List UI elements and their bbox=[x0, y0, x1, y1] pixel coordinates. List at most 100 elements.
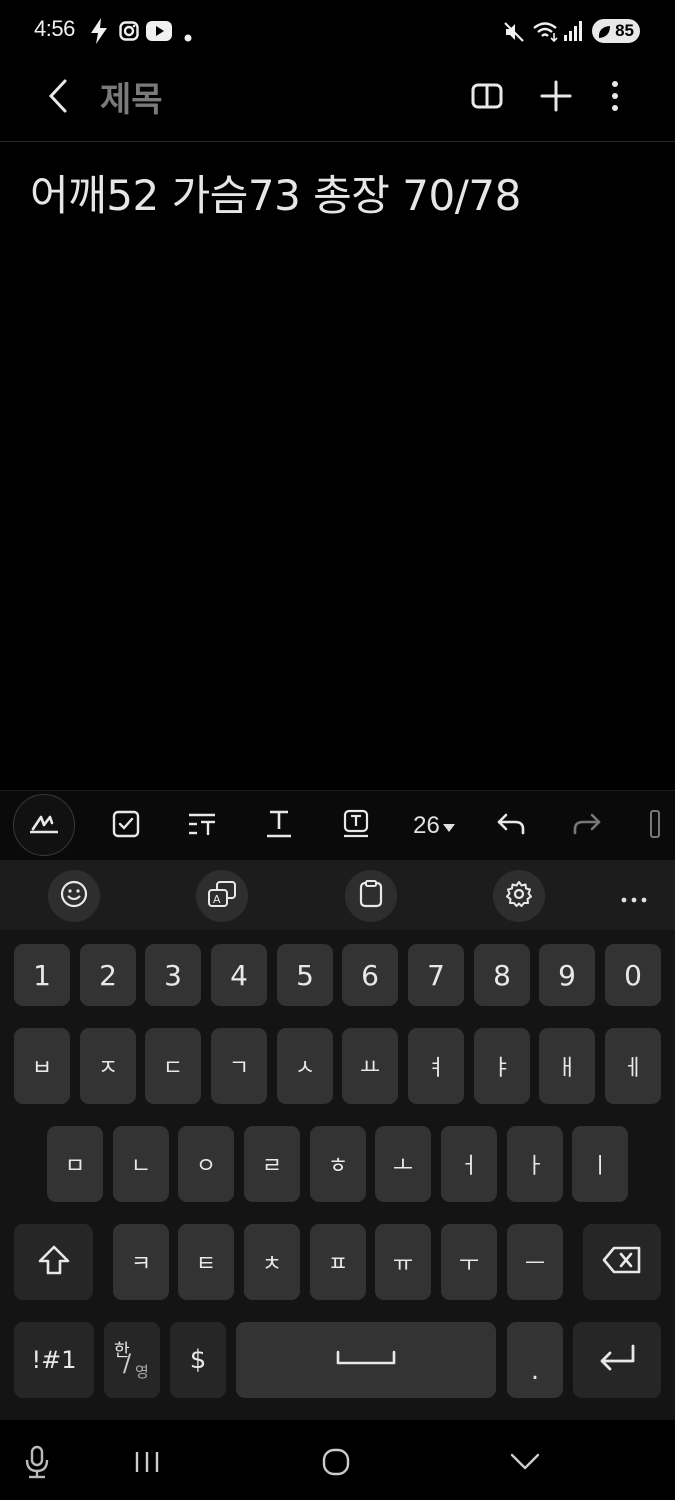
text-highlight-button[interactable] bbox=[329, 799, 383, 853]
undo-button[interactable] bbox=[484, 799, 538, 853]
add-icon bbox=[540, 80, 572, 116]
keyboard-more-button[interactable] bbox=[608, 870, 660, 922]
language-switch-key[interactable]: 한 / 영 bbox=[104, 1322, 160, 1398]
key-hieut[interactable]: ㅎ bbox=[310, 1126, 366, 1202]
key-0[interactable]: 0 bbox=[605, 944, 661, 1006]
more-horizontal-icon bbox=[621, 884, 647, 909]
battery-indicator: 85 bbox=[592, 19, 640, 43]
key-6[interactable]: 6 bbox=[342, 944, 398, 1006]
key-yo[interactable]: ㅛ bbox=[342, 1028, 398, 1104]
app-bar: 제목 bbox=[0, 62, 675, 142]
pen-icon bbox=[29, 812, 59, 838]
clipboard-button[interactable] bbox=[345, 870, 397, 922]
space-key[interactable] bbox=[236, 1322, 496, 1398]
add-button[interactable] bbox=[534, 76, 578, 120]
key-bieup[interactable]: ㅂ bbox=[14, 1028, 70, 1104]
lang-key-english: 영 bbox=[135, 1363, 149, 1381]
period-key[interactable]: . bbox=[507, 1322, 563, 1398]
power-saving-icon bbox=[597, 23, 611, 47]
gear-icon bbox=[505, 880, 533, 912]
font-size-button[interactable]: 26 bbox=[404, 799, 464, 853]
enter-icon bbox=[597, 1343, 637, 1377]
key-i[interactable]: ㅣ bbox=[572, 1126, 628, 1202]
redo-button[interactable] bbox=[560, 799, 614, 853]
dollar-key[interactable]: $ bbox=[170, 1322, 226, 1398]
toolbar-scroll-handle[interactable] bbox=[640, 799, 670, 853]
key-rieul[interactable]: ㄹ bbox=[244, 1126, 300, 1202]
key-e[interactable]: ㅔ bbox=[605, 1028, 661, 1104]
space-icon bbox=[336, 1349, 396, 1371]
key-yu[interactable]: ㅠ bbox=[375, 1224, 431, 1300]
font-size-value: 26 bbox=[413, 812, 440, 839]
key-a[interactable]: ㅏ bbox=[507, 1126, 563, 1202]
text-style-icon bbox=[187, 811, 217, 841]
key-u[interactable]: ㅜ bbox=[441, 1224, 497, 1300]
key-8[interactable]: 8 bbox=[474, 944, 530, 1006]
pen-mode-button[interactable] bbox=[13, 794, 75, 856]
key-eu[interactable]: ㅡ bbox=[507, 1224, 563, 1300]
key-chieut[interactable]: ㅊ bbox=[244, 1224, 300, 1300]
clipboard-icon bbox=[359, 880, 383, 912]
translate-button[interactable]: A bbox=[196, 870, 248, 922]
voice-input-button[interactable] bbox=[13, 1440, 61, 1488]
key-tieut[interactable]: ㅌ bbox=[178, 1224, 234, 1300]
text-cursor-icon bbox=[647, 808, 663, 844]
key-mieum[interactable]: ㅁ bbox=[47, 1126, 103, 1202]
key-pieup[interactable]: ㅍ bbox=[310, 1224, 366, 1300]
key-ieung[interactable]: ㅇ bbox=[178, 1126, 234, 1202]
key-ae[interactable]: ㅐ bbox=[539, 1028, 595, 1104]
symbols-key[interactable]: !#1 bbox=[14, 1322, 94, 1398]
microphone-icon bbox=[24, 1445, 50, 1483]
key-9[interactable]: 9 bbox=[539, 944, 595, 1006]
key-2[interactable]: 2 bbox=[80, 944, 136, 1006]
settings-button[interactable] bbox=[493, 870, 545, 922]
reading-mode-button[interactable] bbox=[465, 76, 509, 120]
checklist-button[interactable] bbox=[99, 799, 153, 853]
shift-key[interactable] bbox=[14, 1224, 93, 1300]
notification-dot-icon bbox=[184, 27, 192, 46]
key-giyeok[interactable]: ㄱ bbox=[211, 1028, 267, 1104]
back-icon bbox=[47, 78, 69, 118]
key-o[interactable]: ㅗ bbox=[375, 1126, 431, 1202]
note-content[interactable]: 어깨52 가슴73 총장 70/78 bbox=[30, 162, 655, 223]
key-jieut[interactable]: ㅈ bbox=[80, 1028, 136, 1104]
text-color-button[interactable] bbox=[252, 799, 306, 853]
backspace-icon bbox=[602, 1246, 642, 1278]
key-digeut[interactable]: ㄷ bbox=[145, 1028, 201, 1104]
more-options-icon bbox=[611, 81, 619, 115]
recent-apps-button[interactable] bbox=[123, 1440, 171, 1488]
home-button[interactable] bbox=[312, 1440, 360, 1488]
emoji-button[interactable] bbox=[48, 870, 100, 922]
translate-icon: A bbox=[207, 880, 237, 912]
text-style-button[interactable] bbox=[175, 799, 229, 853]
caret-down-icon bbox=[442, 817, 455, 836]
back-button[interactable] bbox=[36, 76, 80, 120]
more-options-button[interactable] bbox=[593, 76, 637, 120]
status-time: 4:56 bbox=[34, 16, 75, 41]
undo-icon bbox=[496, 812, 526, 840]
key-5[interactable]: 5 bbox=[277, 944, 333, 1006]
key-1[interactable]: 1 bbox=[14, 944, 70, 1006]
emoji-icon bbox=[60, 880, 88, 912]
wifi-icon bbox=[533, 20, 559, 46]
hide-keyboard-button[interactable] bbox=[501, 1440, 549, 1488]
shift-icon bbox=[37, 1244, 71, 1280]
home-icon bbox=[322, 1448, 350, 1480]
recent-apps-icon bbox=[134, 1450, 160, 1478]
key-kieuk[interactable]: ㅋ bbox=[113, 1224, 169, 1300]
instagram-icon bbox=[119, 21, 139, 45]
enter-key[interactable] bbox=[573, 1322, 661, 1398]
key-4[interactable]: 4 bbox=[211, 944, 267, 1006]
redo-icon bbox=[572, 812, 602, 840]
checklist-icon bbox=[112, 810, 140, 842]
backspace-key[interactable] bbox=[583, 1224, 661, 1300]
key-eo[interactable]: ㅓ bbox=[441, 1126, 497, 1202]
key-ya[interactable]: ㅑ bbox=[474, 1028, 530, 1104]
key-7[interactable]: 7 bbox=[408, 944, 464, 1006]
key-3[interactable]: 3 bbox=[145, 944, 201, 1006]
key-nieun[interactable]: ㄴ bbox=[113, 1126, 169, 1202]
key-yeo[interactable]: ㅕ bbox=[408, 1028, 464, 1104]
charging-icon bbox=[90, 18, 108, 48]
key-siot[interactable]: ㅅ bbox=[277, 1028, 333, 1104]
note-title-field[interactable]: 제목 bbox=[100, 72, 163, 121]
